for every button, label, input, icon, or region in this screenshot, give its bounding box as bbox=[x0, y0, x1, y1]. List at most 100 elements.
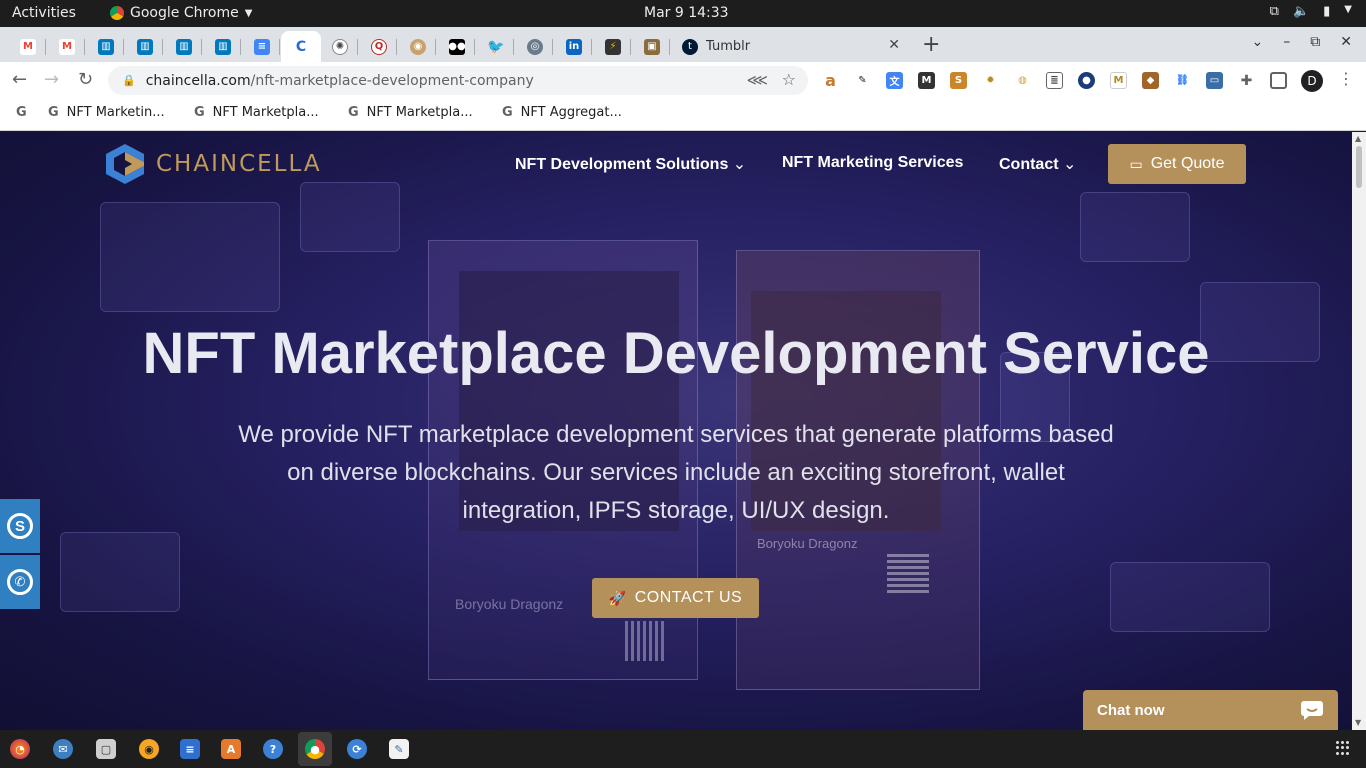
tab-trello-3[interactable]: ▥ bbox=[166, 31, 202, 62]
rocket-icon: 🚀 bbox=[608, 589, 627, 606]
tab-chatgpt[interactable]: ✺ bbox=[322, 31, 358, 62]
bookmark-google[interactable]: G bbox=[16, 105, 27, 120]
tab-trello-2[interactable]: ▥ bbox=[127, 31, 163, 62]
app-menu[interactable]: Google Chrome ▼ bbox=[110, 5, 252, 21]
close-window-icon[interactable]: ✕ bbox=[1340, 34, 1352, 50]
docs-icon: ≡ bbox=[254, 38, 270, 55]
link-extension-icon[interactable]: ⛓ bbox=[1174, 72, 1191, 89]
tab-title: Tumblr bbox=[706, 39, 751, 54]
google-icon: G bbox=[48, 105, 59, 120]
site-logo[interactable]: CHAINCELLA bbox=[104, 142, 322, 186]
software-center-icon[interactable]: A bbox=[221, 739, 241, 759]
chat-bubble-icon bbox=[1301, 701, 1323, 720]
tab-docs[interactable]: ≡ bbox=[244, 31, 280, 62]
linkedin-icon: in bbox=[566, 38, 582, 55]
activities-button[interactable]: Activities bbox=[12, 5, 76, 21]
whatsapp-button[interactable]: ✆ bbox=[0, 555, 40, 609]
trello-icon: ▥ bbox=[215, 38, 231, 55]
back-icon[interactable]: ← bbox=[12, 69, 27, 90]
side-panel-icon[interactable] bbox=[1270, 72, 1287, 89]
skype-button[interactable]: S bbox=[0, 499, 40, 553]
forward-icon[interactable]: → bbox=[44, 69, 59, 90]
bookmark-star-icon[interactable]: ☆ bbox=[782, 70, 796, 89]
share-icon[interactable]: ⋘ bbox=[747, 71, 768, 89]
tumblr-icon: t bbox=[682, 38, 698, 55]
globe-extension-icon[interactable]: ◍ bbox=[1014, 72, 1031, 89]
gear-extension-icon[interactable]: ✹ bbox=[982, 72, 999, 89]
gmail-extension-icon[interactable]: M bbox=[918, 72, 935, 89]
new-tab-button[interactable]: + bbox=[922, 32, 940, 57]
tab-quora[interactable]: Q bbox=[361, 31, 397, 62]
page-scrollbar[interactable]: ▲ ▼ bbox=[1352, 132, 1366, 730]
google-icon: G bbox=[502, 105, 513, 120]
message-icon: ▭ bbox=[1129, 155, 1143, 172]
tab-trello-4[interactable]: ▥ bbox=[205, 31, 241, 62]
address-bar[interactable]: 🔒 chaincella.com/nft-marketplace-develop… bbox=[108, 66, 808, 95]
text-editor-icon[interactable]: ✎ bbox=[389, 739, 409, 759]
metamask-extension-icon[interactable]: ◆ bbox=[1142, 72, 1159, 89]
tab-gmail-2[interactable]: M bbox=[49, 31, 85, 62]
tab-search-icon[interactable]: ⌄ bbox=[1252, 34, 1264, 50]
nav-nft-marketing-services[interactable]: NFT Marketing Services bbox=[782, 154, 963, 172]
chrome-dock-icon[interactable]: ● bbox=[305, 739, 325, 759]
circle-extension-icon[interactable]: ● bbox=[1078, 72, 1095, 89]
amazon-extension-icon[interactable]: a bbox=[822, 71, 839, 90]
trello-icon: ▥ bbox=[137, 38, 153, 55]
nav-nft-development-solutions[interactable]: NFT Development Solutions ⌄ bbox=[515, 154, 746, 174]
tab-trello[interactable]: ▥ bbox=[88, 31, 124, 62]
translate-extension-icon[interactable]: 文 bbox=[886, 72, 903, 89]
firefox-icon[interactable]: ◔ bbox=[10, 739, 30, 759]
more-menu-icon[interactable]: ⋮ bbox=[1338, 69, 1354, 88]
scrollbar-thumb[interactable] bbox=[1356, 146, 1362, 188]
bookmark-item[interactable]: G NFT Marketpla... bbox=[194, 105, 319, 120]
sync-app-icon[interactable]: ⟳ bbox=[347, 739, 367, 759]
reload-icon[interactable]: ↻ bbox=[78, 69, 93, 90]
tab-gmail[interactable]: M bbox=[10, 31, 46, 62]
get-quote-button[interactable]: ▭ Get Quote bbox=[1108, 144, 1246, 184]
nft-card-name: Boryoku Dragonz bbox=[455, 596, 564, 612]
screen-extension-icon[interactable]: ▭ bbox=[1206, 72, 1223, 89]
tab-tumblr[interactable]: t Tumblr ✕ bbox=[672, 31, 912, 62]
restore-icon[interactable]: ⧉ bbox=[1310, 34, 1320, 50]
hero-description: We provide NFT marketplace development s… bbox=[238, 421, 1114, 524]
nav-contact[interactable]: Contact ⌄ bbox=[999, 154, 1076, 174]
bookmark-item[interactable]: G NFT Aggregat... bbox=[502, 105, 622, 120]
rhythmbox-icon[interactable]: ◉ bbox=[139, 739, 159, 759]
nft-card-name: Boryoku Dragonz bbox=[757, 536, 858, 551]
tab-reddit[interactable]: ◉ bbox=[400, 31, 436, 62]
tab-chaincella[interactable]: C bbox=[281, 31, 321, 62]
scroll-down-icon[interactable]: ▼ bbox=[1355, 718, 1361, 727]
tab-twitter[interactable]: 🐦 bbox=[478, 31, 514, 62]
profile-avatar[interactable]: D bbox=[1301, 70, 1323, 92]
system-tray[interactable]: ⧉ 🔈 ▮ ▼ bbox=[1270, 4, 1352, 19]
m-extension-icon[interactable]: M bbox=[1110, 72, 1127, 89]
openai-icon: ✺ bbox=[332, 38, 348, 55]
files-icon[interactable]: ▢ bbox=[96, 739, 116, 759]
tab-bolt[interactable]: ⚡ bbox=[595, 31, 631, 62]
get-quote-label: Get Quote bbox=[1150, 155, 1225, 172]
close-icon[interactable]: ✕ bbox=[888, 37, 900, 53]
chat-now-widget[interactable]: Chat now bbox=[1083, 690, 1338, 730]
lock-icon[interactable]: 🔒 bbox=[122, 74, 136, 87]
scroll-up-icon[interactable]: ▲ bbox=[1355, 134, 1361, 143]
thunderbird-icon[interactable]: ✉ bbox=[53, 739, 73, 759]
writer-icon[interactable]: ≡ bbox=[180, 739, 200, 759]
tab-image[interactable]: ▣ bbox=[634, 31, 670, 62]
bird-extension-icon[interactable]: ✎ bbox=[854, 72, 871, 89]
bookmark-item[interactable]: G NFT Marketpla... bbox=[348, 105, 473, 120]
url-host: chaincella.com bbox=[145, 72, 251, 89]
stack-extension-icon[interactable]: S bbox=[950, 72, 967, 89]
tab-strip: M M ▥ ▥ ▥ ▥ ≡ C ✺ Q ◉ ●● 🐦 ◎ in ⚡ ▣ t Tu… bbox=[0, 27, 1366, 62]
minimize-icon[interactable]: – bbox=[1283, 34, 1290, 50]
tab-linkedin[interactable]: in bbox=[556, 31, 592, 62]
show-applications-icon[interactable] bbox=[1336, 741, 1350, 755]
bookmark-item[interactable]: G NFT Marketin... bbox=[48, 105, 165, 120]
contact-us-button[interactable]: 🚀 CONTACT US bbox=[592, 578, 759, 618]
extensions-puzzle-icon[interactable]: ✚ bbox=[1238, 72, 1255, 89]
tab-medium[interactable]: ●● bbox=[439, 31, 475, 62]
system-top-bar: Activities Google Chrome ▼ Mar 9 14:33 ⧉… bbox=[0, 0, 1366, 27]
help-icon[interactable]: ? bbox=[263, 739, 283, 759]
clock[interactable]: Mar 9 14:33 bbox=[644, 5, 729, 21]
tab-site[interactable]: ◎ bbox=[517, 31, 553, 62]
notes-extension-icon[interactable]: ≣ bbox=[1046, 72, 1063, 89]
